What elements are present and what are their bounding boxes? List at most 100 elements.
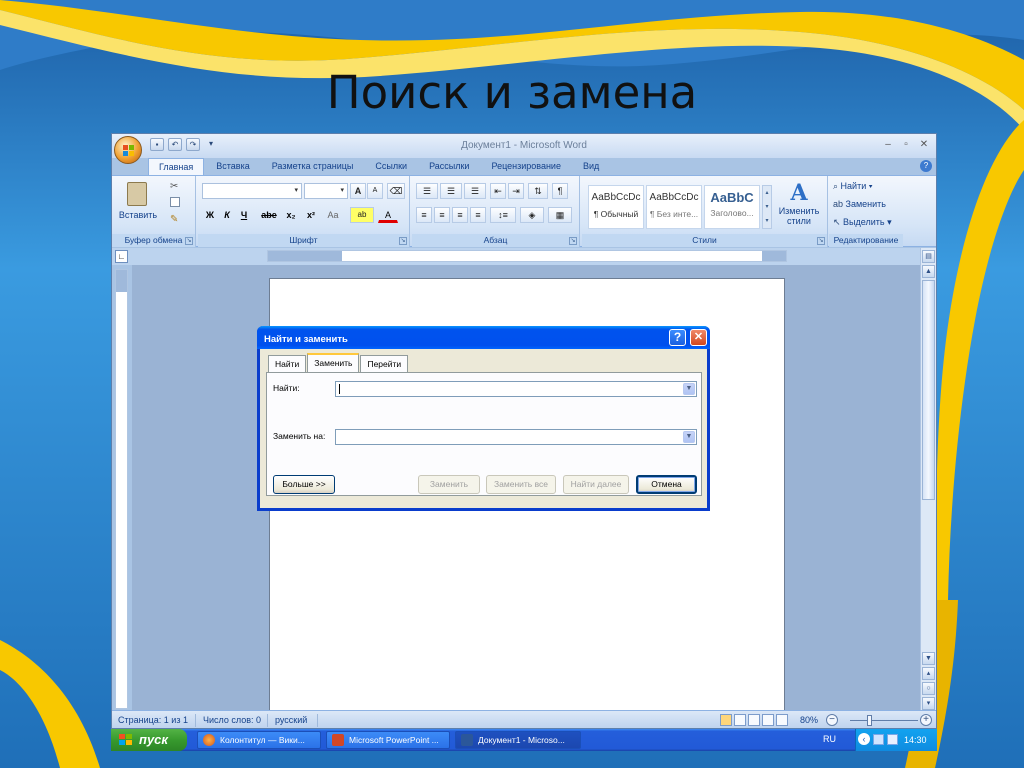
start-button[interactable]: пуск	[111, 729, 187, 751]
replace-button[interactable]: ab Заменить	[833, 199, 886, 209]
previous-page-icon[interactable]: ▴	[922, 667, 935, 680]
format-painter-icon[interactable]: ✎	[170, 214, 178, 225]
chevron-down-icon[interactable]: ▼	[683, 383, 695, 395]
maximize-button[interactable]: ▫	[898, 138, 914, 152]
language-bar[interactable]: RU	[823, 734, 836, 744]
scroll-thumb[interactable]	[922, 280, 935, 500]
justify-button[interactable]: ≡	[470, 207, 486, 223]
font-launcher-icon[interactable]: ↘	[399, 237, 407, 245]
strikethrough-button[interactable]: abe	[258, 207, 280, 223]
web-layout-icon[interactable]	[748, 714, 760, 726]
underline-button[interactable]: Ч	[236, 207, 252, 223]
borders-button[interactable]: ▦	[548, 207, 572, 223]
tab-replace[interactable]: Заменить	[307, 353, 360, 372]
zoom-level[interactable]: 80%	[800, 715, 818, 725]
styles-launcher-icon[interactable]: ↘	[817, 237, 825, 245]
paragraph-launcher-icon[interactable]: ↘	[569, 237, 577, 245]
dialog-help-button[interactable]: ?	[669, 329, 686, 346]
italic-button[interactable]: К	[219, 207, 235, 223]
scroll-down-icon[interactable]: ▼	[922, 652, 935, 665]
line-spacing-button[interactable]: ↕≡	[490, 207, 516, 223]
numbering-button[interactable]: ☰	[440, 183, 462, 199]
office-button[interactable]	[114, 136, 142, 164]
tab-goto[interactable]: Перейти	[360, 355, 409, 372]
select-button[interactable]: ↖ Выделить ▾	[833, 217, 892, 228]
align-left-button[interactable]: ≡	[416, 207, 432, 223]
bullets-button[interactable]: ☰	[416, 183, 438, 199]
clear-formatting-button[interactable]: ⌫	[387, 183, 405, 199]
styles-scroll[interactable]: ▴ ▾ ▾	[762, 185, 772, 229]
replace-field[interactable]: ▼	[335, 429, 697, 445]
vertical-scrollbar[interactable]: ▤ ▲ ▼ ▴ ○ ▾	[920, 248, 936, 710]
find-next-button[interactable]: Найти далее	[563, 475, 629, 494]
sort-button[interactable]: ⇅	[528, 183, 548, 199]
tab-page-layout[interactable]: Разметка страницы	[262, 158, 364, 175]
cancel-button[interactable]: Отмена	[636, 475, 697, 494]
bold-button[interactable]: Ж	[202, 207, 218, 223]
replace-button[interactable]: Заменить	[418, 475, 480, 494]
ruler-toggle-icon[interactable]: ▤	[922, 250, 935, 263]
minimize-button[interactable]: –	[880, 138, 896, 152]
outline-icon[interactable]	[762, 714, 774, 726]
grow-font-button[interactable]: A	[350, 183, 366, 199]
change-styles-button[interactable]: A Изменить стили	[776, 180, 822, 232]
tab-references[interactable]: Ссылки	[365, 158, 417, 175]
font-size-combo[interactable]: ▾	[304, 183, 348, 199]
cut-icon[interactable]: ✂	[170, 181, 178, 192]
replace-all-button[interactable]: Заменить все	[486, 475, 556, 494]
change-case-button[interactable]: Aa	[322, 207, 344, 223]
tab-view[interactable]: Вид	[573, 158, 609, 175]
next-page-icon[interactable]: ▾	[922, 697, 935, 710]
more-button[interactable]: Больше >>	[273, 475, 335, 494]
tab-review[interactable]: Рецензирование	[481, 158, 571, 175]
tab-mailings[interactable]: Рассылки	[419, 158, 479, 175]
full-screen-reading-icon[interactable]	[734, 714, 746, 726]
zoom-in-icon[interactable]: +	[920, 714, 932, 726]
chevron-down-icon[interactable]: ▼	[683, 431, 695, 443]
tab-insert[interactable]: Вставка	[206, 158, 259, 175]
increase-indent-button[interactable]: ⇥	[508, 183, 524, 199]
horizontal-ruler[interactable]	[267, 250, 787, 262]
highlight-button[interactable]: ab	[350, 207, 374, 223]
dialog-close-button[interactable]: ✕	[690, 329, 707, 346]
copy-icon[interactable]	[170, 197, 180, 207]
tab-find[interactable]: Найти	[268, 355, 307, 372]
show-marks-button[interactable]: ¶	[552, 183, 568, 199]
print-layout-icon[interactable]	[720, 714, 732, 726]
vertical-ruler[interactable]	[115, 269, 128, 709]
taskbar-task-word[interactable]: Документ1 - Microso...	[455, 731, 581, 749]
decrease-indent-button[interactable]: ⇤	[490, 183, 506, 199]
find-button[interactable]: ⌕ Найти ▾	[833, 181, 873, 192]
tray-arrow-icon[interactable]: ‹	[858, 733, 870, 745]
zoom-slider[interactable]	[850, 720, 918, 721]
taskbar-task-powerpoint[interactable]: Microsoft PowerPoint ...	[326, 731, 450, 749]
align-right-button[interactable]: ≡	[452, 207, 468, 223]
language-indicator[interactable]: русский	[275, 715, 307, 725]
paste-button[interactable]: Вставить	[118, 180, 158, 230]
multilevel-list-button[interactable]: ☰	[464, 183, 486, 199]
page-count[interactable]: Страница: 1 из 1	[118, 715, 188, 725]
subscript-button[interactable]: x₂	[282, 207, 300, 223]
tab-selector-button[interactable]: ∟	[115, 250, 128, 263]
zoom-out-icon[interactable]: −	[826, 714, 838, 726]
style-heading[interactable]: AaBbC Заголово...	[704, 185, 760, 229]
style-normal[interactable]: AaBbCcDc ¶ Обычный	[588, 185, 644, 229]
select-browse-object-icon[interactable]: ○	[922, 682, 935, 695]
zoom-slider-thumb[interactable]	[867, 715, 872, 726]
network-icon[interactable]	[873, 734, 884, 745]
clipboard-launcher-icon[interactable]: ↘	[185, 237, 193, 245]
shading-button[interactable]: ◈	[520, 207, 544, 223]
word-count[interactable]: Число слов: 0	[203, 715, 261, 725]
draft-icon[interactable]	[776, 714, 788, 726]
find-field[interactable]: ▼	[335, 381, 697, 397]
volume-icon[interactable]	[887, 734, 898, 745]
align-center-button[interactable]: ≡	[434, 207, 450, 223]
help-icon[interactable]: ?	[920, 160, 932, 172]
taskbar-task-firefox[interactable]: Колонтитул — Вики...	[197, 731, 321, 749]
font-name-combo[interactable]: ▾	[202, 183, 302, 199]
close-button[interactable]: ✕	[916, 138, 932, 152]
font-color-button[interactable]: A	[378, 207, 398, 223]
scroll-up-icon[interactable]: ▲	[922, 265, 935, 278]
style-no-spacing[interactable]: AaBbCcDc ¶ Без инте...	[646, 185, 702, 229]
tab-home[interactable]: Главная	[148, 158, 205, 175]
